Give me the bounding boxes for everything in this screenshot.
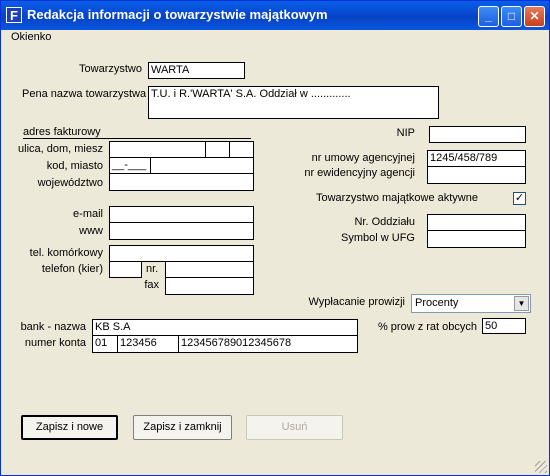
menu-okienko[interactable]: Okienko [11,31,51,43]
miasto-field[interactable] [150,157,254,174]
resize-grip-icon[interactable] [535,461,547,473]
prow-field[interactable]: 50 [482,318,526,334]
email-field[interactable] [109,206,254,223]
nr-umowy-field[interactable]: 1245/458/789 [427,150,526,167]
konto-part3-field[interactable]: 123456789012345678 [178,335,358,353]
aktywne-label: Towarzystwo majątkowe aktywne [315,192,478,204]
www-field[interactable] [109,222,254,240]
app-icon: F [6,7,22,23]
ulica-label: ulica, dom, miesz [18,143,103,155]
minimize-button[interactable]: _ [478,6,499,27]
tel-kom-field[interactable] [109,245,254,262]
fax-label: fax [144,279,159,291]
wyplacanie-select[interactable]: Procenty ▼ [411,294,531,313]
chevron-down-icon[interactable]: ▼ [514,296,529,311]
tel-kom-label: tel. komórkowy [29,247,103,259]
prow-label: % prow z rat obcych [377,321,477,333]
telefon-kier-field[interactable] [109,261,142,278]
nr-ewid-field[interactable] [427,166,526,184]
towarzystwo-label: Towarzystwo [79,63,142,75]
close-icon: ✕ [529,9,540,23]
menu-bar: Okienko [1,30,549,47]
kod-field[interactable]: __-___ [109,157,151,174]
maximize-button[interactable]: □ [501,6,522,27]
wyplacanie-value: Procenty [415,297,459,309]
aktywne-checkbox[interactable]: ✓ [513,192,526,205]
window-title: Redakcja informacji o towarzystwie mająt… [27,7,328,22]
towarzystwo-field[interactable]: WARTA [148,62,245,79]
nr-label: nr. [146,263,159,275]
adres-divider [23,138,251,139]
minimize-icon: _ [485,9,492,23]
symbol-ufg-label: Symbol w UFG [341,232,415,244]
telefon-nr-field[interactable] [165,261,254,278]
symbol-ufg-field[interactable] [427,230,526,248]
nip-label: NIP [396,127,415,139]
pelna-nazwa-label: Pena nazwa towarzystwa [22,88,147,100]
usun-button: Usuń [246,415,343,440]
dom-field[interactable] [205,141,230,158]
pelna-nazwa-field[interactable]: T.U. i R.'WARTA' S.A. Oddział w ........… [148,86,439,119]
nr-oddzialu-label: Nr. Oddziału [354,216,415,228]
bank-field[interactable]: KB S.A [92,319,358,336]
ulica-field[interactable] [109,141,206,158]
fax-field[interactable] [165,277,254,295]
adres-header: adres fakturowy [23,126,101,138]
wyplacanie-label: Wypłacanie prowizji [308,296,406,308]
telefon-label: telefon (kier) [41,263,103,275]
zapisz-nowe-button[interactable]: Zapisz i nowe [21,415,118,440]
konto-label: numer konta [24,337,86,349]
konto-part1-field[interactable]: 01 [92,335,118,353]
dialog-window: F Redakcja informacji o towarzystwie maj… [0,0,550,476]
bank-label: bank - nazwa [20,321,86,333]
www-label: www [79,225,103,237]
kod-label: kod, miasto [46,160,103,172]
nr-ewid-label: nr ewidencyjny agencji [304,167,415,179]
wojewodztwo-field[interactable] [109,173,254,191]
nr-umowy-label: nr umowy agencyjnej [311,152,415,164]
close-button[interactable]: ✕ [524,6,545,27]
nr-oddzialu-field[interactable] [427,214,526,231]
wojewodztwo-label: województwo [37,177,103,189]
email-label: e-mail [73,208,103,220]
konto-part2-field[interactable]: 123456 [117,335,179,353]
maximize-icon: □ [507,9,516,23]
nip-field[interactable] [429,126,526,143]
zapisz-zamknij-button[interactable]: Zapisz i zamknij [133,415,232,440]
title-bar[interactable]: F Redakcja informacji o towarzystwie maj… [1,1,549,30]
mieszkanie-field[interactable] [229,141,254,158]
